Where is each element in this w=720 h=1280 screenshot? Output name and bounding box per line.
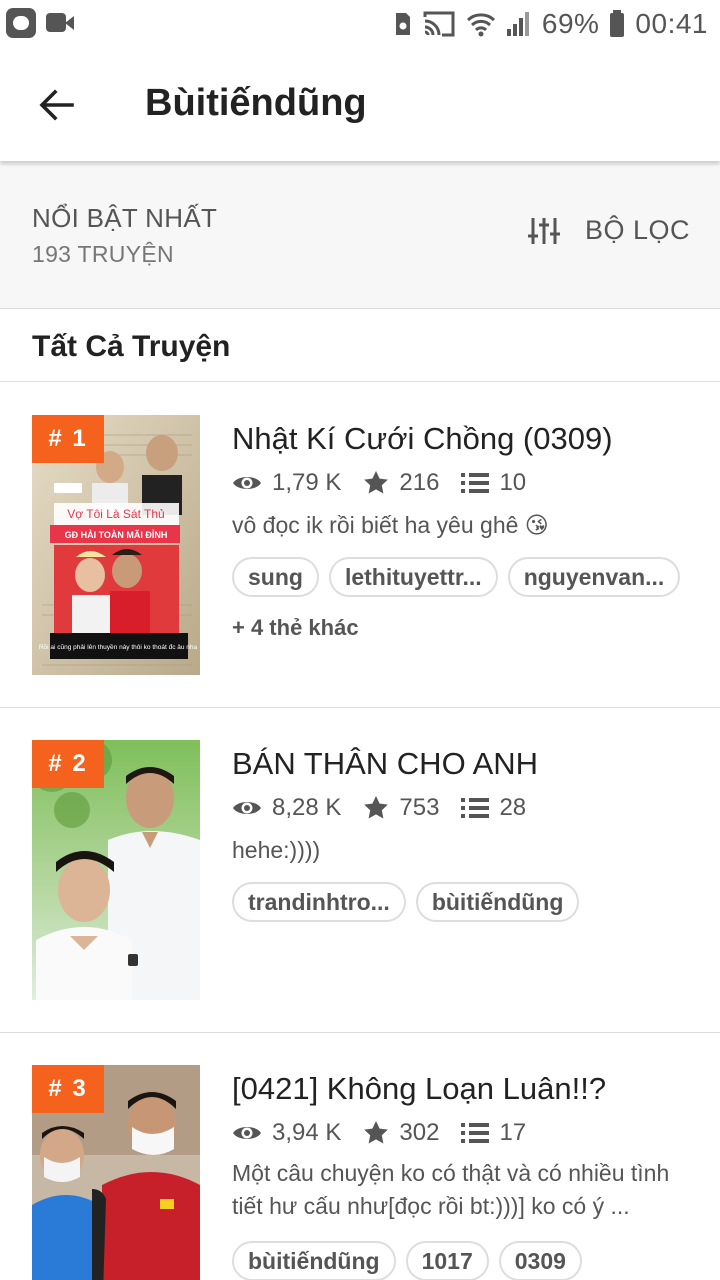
story-description: Một câu chuyện ko có thật và có nhiều tì… [232, 1160, 670, 1219]
sliders-icon [527, 217, 560, 244]
filter-label: BỘ LỌC [584, 215, 690, 245]
section-title: Tất Cả Truyện [32, 330, 231, 363]
page-title: Bùitiếndũng [145, 82, 367, 124]
views-count: 8,28 K [272, 794, 342, 821]
app-notification-icon [6, 8, 36, 38]
back-button[interactable] [28, 80, 84, 130]
story-title[interactable]: [0421] Không Loạn Luân!!? [232, 1071, 606, 1107]
video-camera-icon [46, 10, 74, 36]
story-item[interactable]: # 2 BÁN THÂN CHO ANH 8,28 K 753 28 hehe:… [0, 708, 720, 1033]
tag-list: trandinhtro... bùitiếndũng [232, 882, 580, 922]
cover-subtitle-text: GĐ HẢI TOÀN MÃI ĐỈNH [65, 529, 168, 540]
signal-icon [506, 12, 529, 36]
sim-icon [395, 13, 410, 35]
filter-button[interactable]: BỘ LỌC [527, 215, 690, 246]
section-header: Tất Cả Truyện [0, 310, 720, 382]
tag-list: bùitiếndũng 1017 0309 [232, 1241, 582, 1280]
parts-count: 10 [499, 469, 527, 496]
story-count: 193 TRUYỆN [32, 241, 174, 267]
tag-list: sung lethituyettr... nguyenvan... [232, 557, 681, 597]
tag-chip[interactable]: bùitiếndũng [415, 882, 580, 922]
status-bar: 69% 00:41 [0, 0, 720, 48]
views-count: 3,94 K [272, 1119, 342, 1146]
arrow-left-icon [39, 89, 74, 121]
sort-label[interactable]: NỔI BẬT NHẤT [32, 203, 217, 234]
app-toolbar: Bùitiếndũng [0, 48, 720, 161]
story-title[interactable]: BÁN THÂN CHO ANH [232, 746, 538, 782]
votes-count: 753 [399, 794, 440, 821]
star-icon [364, 1121, 389, 1144]
eye-icon [233, 477, 261, 489]
votes-count: 216 [399, 469, 440, 496]
story-item[interactable]: # 3 [0421] Không Loạn Luân!!? 3,94 K 302… [0, 1033, 720, 1280]
story-stats: 1,79 K 216 10 [232, 469, 548, 497]
cover-caption-text: Rồi ai cũng phải lên thuyền này thôi ko … [39, 642, 198, 651]
tag-chip[interactable]: sung [232, 557, 319, 597]
tag-chip[interactable]: bùitiếndũng [232, 1241, 396, 1280]
story-cover[interactable]: # 2 [32, 740, 200, 1000]
star-icon [364, 796, 389, 819]
eye-icon [233, 802, 261, 814]
parts-count: 17 [499, 1119, 527, 1146]
votes-count: 302 [399, 1119, 440, 1146]
filter-header: NỔI BẬT NHẤT 193 TRUYỆN BỘ LỌC [0, 161, 720, 309]
battery-percent: 69% [541, 8, 600, 39]
list-icon [461, 1123, 490, 1143]
eye-icon [233, 1127, 261, 1139]
story-description: hehe:)))) [232, 837, 321, 863]
rank-badge: # 1 [32, 415, 104, 463]
rank-badge: # 3 [32, 1065, 104, 1113]
rank-badge: # 2 [32, 740, 104, 788]
tag-chip[interactable]: trandinhtro... [232, 882, 406, 922]
story-stats: 8,28 K 753 28 [232, 794, 548, 822]
tag-chip[interactable]: lethituyettr... [328, 557, 498, 597]
clock: 00:41 [635, 8, 708, 39]
tag-chip[interactable]: nguyenvan... [507, 557, 681, 597]
more-tags-link[interactable]: + 4 thẻ khác [232, 615, 359, 641]
tag-chip[interactable]: 1017 [405, 1241, 489, 1280]
story-cover[interactable]: Vợ Tôi Là Sát Thủ GĐ HẢI TOÀN MÃI ĐỈNH R… [32, 415, 200, 675]
story-item[interactable]: Vợ Tôi Là Sát Thủ GĐ HẢI TOÀN MÃI ĐỈNH R… [0, 383, 720, 708]
cover-title-text: Vợ Tôi Là Sát Thủ [67, 507, 164, 521]
tag-chip[interactable]: 0309 [498, 1241, 582, 1280]
story-title[interactable]: Nhật Kí Cưới Chồng (0309) [232, 421, 613, 457]
story-cover[interactable]: # 3 [32, 1065, 200, 1280]
list-icon [461, 473, 490, 493]
parts-count: 28 [499, 794, 527, 821]
cast-icon [423, 11, 455, 37]
list-icon [461, 798, 490, 818]
wifi-icon [466, 13, 495, 37]
story-stats: 3,94 K 302 17 [232, 1119, 548, 1147]
star-icon [364, 471, 389, 494]
story-description: vô đọc ik rồi biết ha yêu ghê 😘 [232, 512, 549, 538]
views-count: 1,79 K [272, 469, 342, 496]
battery-icon [610, 10, 625, 37]
